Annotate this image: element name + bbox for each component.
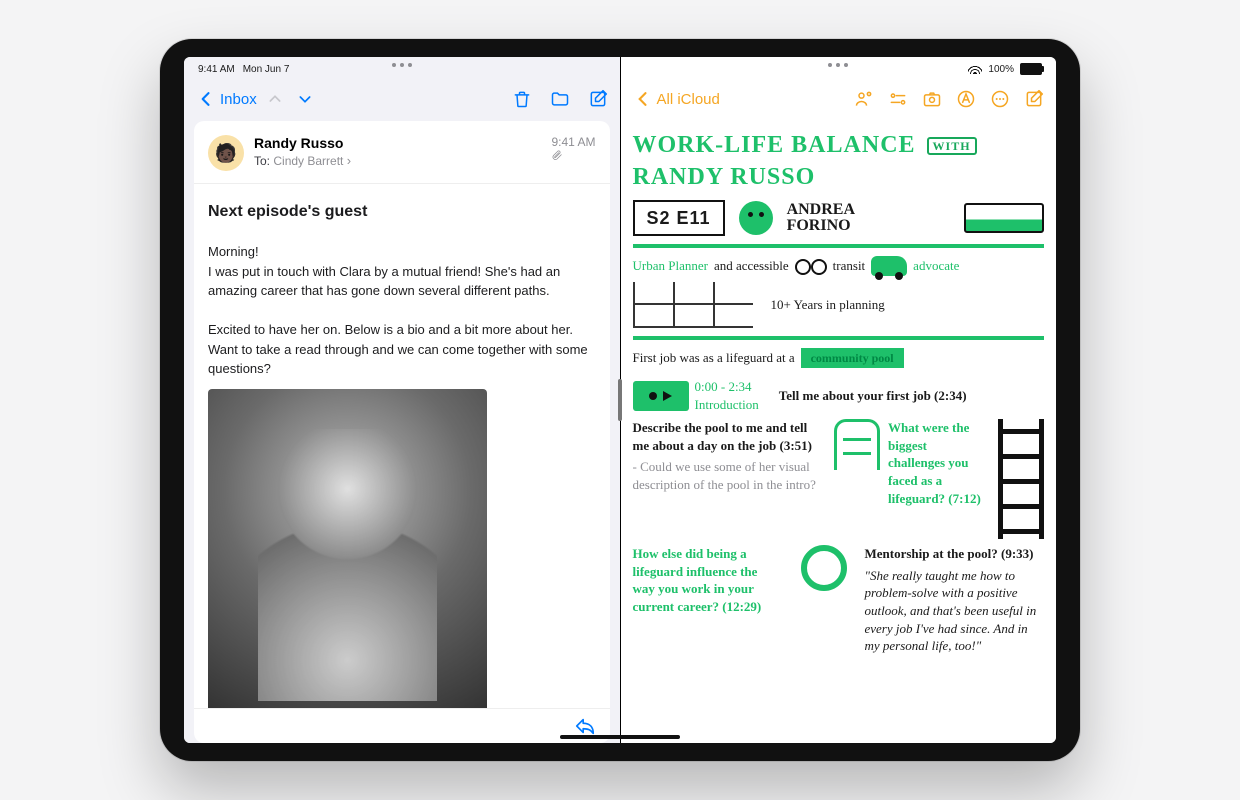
bicycle-doodle-icon bbox=[795, 257, 827, 275]
mail-paragraph: Excited to have her on. Below is a bio a… bbox=[208, 320, 596, 379]
mail-paragraph: I was put in touch with Clara by a mutua… bbox=[208, 262, 596, 301]
split-view-divider[interactable] bbox=[618, 379, 622, 421]
note-quote: "She really taught me how to problem-sol… bbox=[865, 567, 1045, 655]
episode-tag: S2 E11 bbox=[633, 200, 725, 236]
note-text: First job was as a lifeguard at a commun… bbox=[633, 348, 1045, 368]
street-grid-doodle-icon bbox=[633, 282, 753, 328]
mail-app-pane: Inbox 🧑🏿 bbox=[184, 57, 621, 743]
prev-message-icon[interactable] bbox=[267, 91, 283, 107]
inline-attachment-photo[interactable] bbox=[208, 389, 487, 708]
ipad-frame: 9:41 AM Mon Jun 7 100% Inbox bbox=[160, 39, 1080, 761]
attachment-icon bbox=[551, 149, 563, 161]
note-text: 10+ Years in planning bbox=[771, 296, 885, 314]
chevron-left-icon bbox=[633, 89, 653, 109]
move-folder-icon[interactable] bbox=[550, 89, 570, 109]
notes-back-button[interactable]: All iCloud bbox=[633, 89, 720, 109]
note-text: Tell me about your first job (2:34) bbox=[779, 387, 967, 405]
mail-body: Next episode's guest Morning! I was put … bbox=[194, 184, 610, 708]
mail-back-label: Inbox bbox=[220, 91, 257, 108]
chevron-left-icon bbox=[196, 89, 216, 109]
divider-sketch bbox=[633, 336, 1045, 340]
notes-back-label: All iCloud bbox=[657, 91, 720, 108]
notes-toolbar: All iCloud bbox=[621, 77, 1057, 121]
battery-icon bbox=[1020, 63, 1042, 75]
chevron-right-icon: › bbox=[347, 153, 351, 168]
ipad-screen: 9:41 AM Mon Jun 7 100% Inbox bbox=[184, 57, 1056, 743]
compose-icon[interactable] bbox=[588, 89, 608, 109]
note-title: WORK-LIFE BALANCE WITH RANDY RUSSO bbox=[633, 129, 1045, 194]
camera-icon[interactable] bbox=[922, 89, 942, 109]
car-doodle-icon bbox=[871, 256, 907, 276]
mail-back-button[interactable]: Inbox bbox=[196, 89, 257, 109]
trash-icon[interactable] bbox=[512, 89, 532, 109]
mail-header: 🧑🏿 Randy Russo To: Cindy Barrett › 9:41 … bbox=[194, 121, 610, 184]
wifi-icon bbox=[968, 64, 982, 74]
status-time: 9:41 AM bbox=[198, 64, 235, 75]
note-text: - Could we use some of her visual descri… bbox=[633, 458, 817, 493]
sender-name[interactable]: Randy Russo bbox=[254, 135, 351, 151]
bus-doodle-icon bbox=[964, 203, 1044, 233]
toggle-toolbar-icon[interactable] bbox=[888, 89, 908, 109]
divider-sketch bbox=[633, 244, 1045, 248]
message-time: 9:41 AM bbox=[551, 135, 595, 149]
pool-ladder-doodle-icon bbox=[834, 419, 880, 470]
guest-name: ANDREAFORINO bbox=[787, 202, 855, 234]
collaborate-icon[interactable] bbox=[854, 89, 874, 109]
life-ring-doodle-icon bbox=[801, 545, 847, 591]
battery-percent: 100% bbox=[988, 64, 1014, 75]
note-text: Mentorship at the pool? (9:33) bbox=[865, 545, 1045, 563]
note-text: Urban Planner and accessible transit adv… bbox=[633, 256, 1045, 276]
note-text: Describe the pool to me and tell me abou… bbox=[633, 419, 817, 454]
sender-avatar[interactable]: 🧑🏿 bbox=[208, 135, 244, 171]
home-indicator[interactable] bbox=[560, 735, 680, 739]
more-icon[interactable] bbox=[990, 89, 1010, 109]
next-message-icon[interactable] bbox=[297, 91, 313, 107]
note-text: How else did being a lifeguard influence… bbox=[633, 545, 783, 654]
note-text: What were the biggest challenges you fac… bbox=[888, 419, 984, 507]
notes-app-pane: All iCloud WORK-LIFE BALANCE bbox=[621, 57, 1057, 743]
status-date: Mon Jun 7 bbox=[243, 64, 290, 75]
mail-subject: Next episode's guest bbox=[208, 200, 596, 224]
recipients-line[interactable]: To: Cindy Barrett › bbox=[254, 153, 351, 168]
highlight-tag: community pool bbox=[801, 348, 904, 368]
mail-paragraph: Morning! bbox=[208, 242, 596, 262]
play-clip-doodle-icon bbox=[633, 381, 689, 411]
mail-reply-bar bbox=[194, 708, 610, 743]
mail-toolbar: Inbox bbox=[184, 77, 620, 121]
status-bar: 9:41 AM Mon Jun 7 100% bbox=[184, 57, 1056, 79]
mail-message-card: 🧑🏿 Randy Russo To: Cindy Barrett › 9:41 … bbox=[194, 121, 610, 743]
face-doodle-icon bbox=[739, 201, 773, 235]
markup-icon[interactable] bbox=[956, 89, 976, 109]
reply-icon[interactable] bbox=[574, 715, 596, 737]
lifeguard-chair-doodle-icon bbox=[998, 419, 1044, 539]
new-note-icon[interactable] bbox=[1024, 89, 1044, 109]
note-text: 0:00 - 2:34Introduction bbox=[695, 378, 759, 413]
note-canvas[interactable]: WORK-LIFE BALANCE WITH RANDY RUSSO S2 E1… bbox=[621, 121, 1057, 743]
